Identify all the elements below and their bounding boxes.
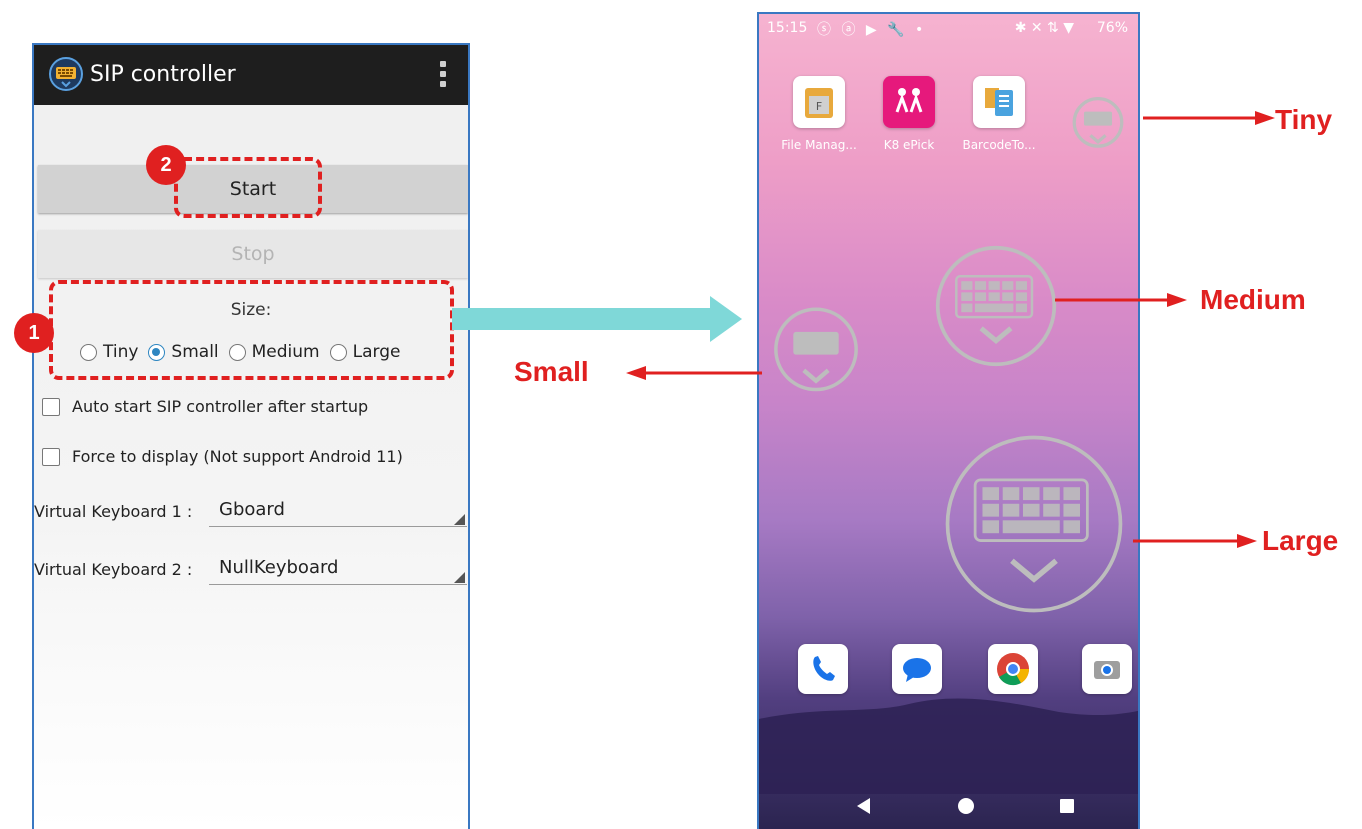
checkbox-label: Auto start SIP controller after startup (72, 397, 369, 416)
overflow-menu-icon[interactable] (440, 61, 446, 87)
keyboard2-value: NullKeyboard (219, 557, 339, 578)
file-manager-icon: F (793, 76, 845, 128)
tiny-arrow-icon (1143, 111, 1275, 125)
chrome-app-icon[interactable] (988, 644, 1038, 694)
camera-app-icon[interactable] (1082, 644, 1132, 694)
sip-small-keyboard-icon[interactable] (766, 304, 866, 400)
cyan-arrow-icon (452, 296, 742, 342)
autostart-checkbox-row[interactable]: Auto start SIP controller after startup (42, 397, 368, 416)
keyboard1-label: Virtual Keyboard 1 : (34, 502, 193, 521)
keyboard1-value: Gboard (219, 499, 285, 520)
step-2-badge: 2 (146, 145, 186, 185)
epick-icon (883, 76, 935, 128)
navigation-bar (759, 784, 1138, 829)
dropdown-triangle-icon (454, 572, 465, 583)
notification-icons: ⓢ ⓐ ▶ 🔧 • (817, 22, 927, 38)
app-name: BarcodeTo... (962, 138, 1036, 152)
stop-button[interactable]: Stop (38, 230, 468, 278)
sip-medium-keyboard-icon[interactable] (934, 244, 1058, 368)
app-name: File Manag... (781, 138, 857, 152)
medium-label: Medium (1200, 284, 1306, 315)
svg-text:F: F (816, 100, 822, 113)
force-display-checkbox[interactable] (42, 447, 60, 466)
app-barcode-to[interactable]: BarcodeTo... (959, 76, 1039, 152)
system-status-icons: ✱ ✕ ⇅ ▼ (1014, 20, 1074, 36)
step-1-badge: 1 (14, 313, 54, 353)
app-bar: SIP controller (34, 45, 468, 105)
large-arrow-icon (1133, 534, 1257, 548)
home-icon[interactable] (956, 796, 976, 816)
status-bar: 15:15 ⓢ ⓐ ▶ 🔧 • ✱ ✕ ⇅ ▼ 76% (759, 14, 1138, 44)
keyboard-app-icon (49, 57, 83, 91)
medium-arrow-icon (1055, 293, 1187, 307)
barcode-to-icon (973, 76, 1025, 128)
keyboard2-label: Virtual Keyboard 2 : (34, 560, 193, 579)
tiny-label: Tiny (1275, 104, 1333, 135)
large-label: Large (1262, 525, 1339, 556)
messages-app-icon[interactable] (892, 644, 942, 694)
small-label: Small (514, 356, 589, 387)
app-file-manager[interactable]: F File Manag... (779, 76, 859, 152)
force-display-checkbox-row[interactable]: Force to display (Not support Android 11… (42, 447, 403, 466)
start-highlight-box (174, 157, 322, 218)
sip-large-keyboard-icon[interactable] (942, 432, 1126, 616)
home-screen: 15:15 ⓢ ⓐ ▶ 🔧 • ✱ ✕ ⇅ ▼ 76% F File Manag… (757, 12, 1140, 829)
battery-level: 76% (1096, 20, 1128, 36)
keyboard1-select[interactable]: Gboard (209, 497, 467, 527)
app-title: SIP controller (90, 62, 236, 87)
phone-app-icon[interactable] (798, 644, 848, 694)
dropdown-triangle-icon (454, 514, 465, 525)
app-k8-epick[interactable]: K8 ePick (869, 76, 949, 152)
keyboard2-select[interactable]: NullKeyboard (209, 555, 467, 585)
status-time: 15:15 (767, 20, 808, 36)
small-arrow-icon (626, 366, 762, 380)
back-icon[interactable] (854, 796, 874, 816)
size-highlight-box (49, 280, 454, 380)
app-name: K8 ePick (883, 138, 935, 152)
mountain-silhouette (759, 698, 1138, 794)
autostart-checkbox[interactable] (42, 397, 60, 416)
checkbox-label: Force to display (Not support Android 11… (72, 447, 403, 466)
sip-tiny-keyboard-icon[interactable] (1071, 94, 1125, 154)
recents-icon[interactable] (1057, 796, 1077, 816)
